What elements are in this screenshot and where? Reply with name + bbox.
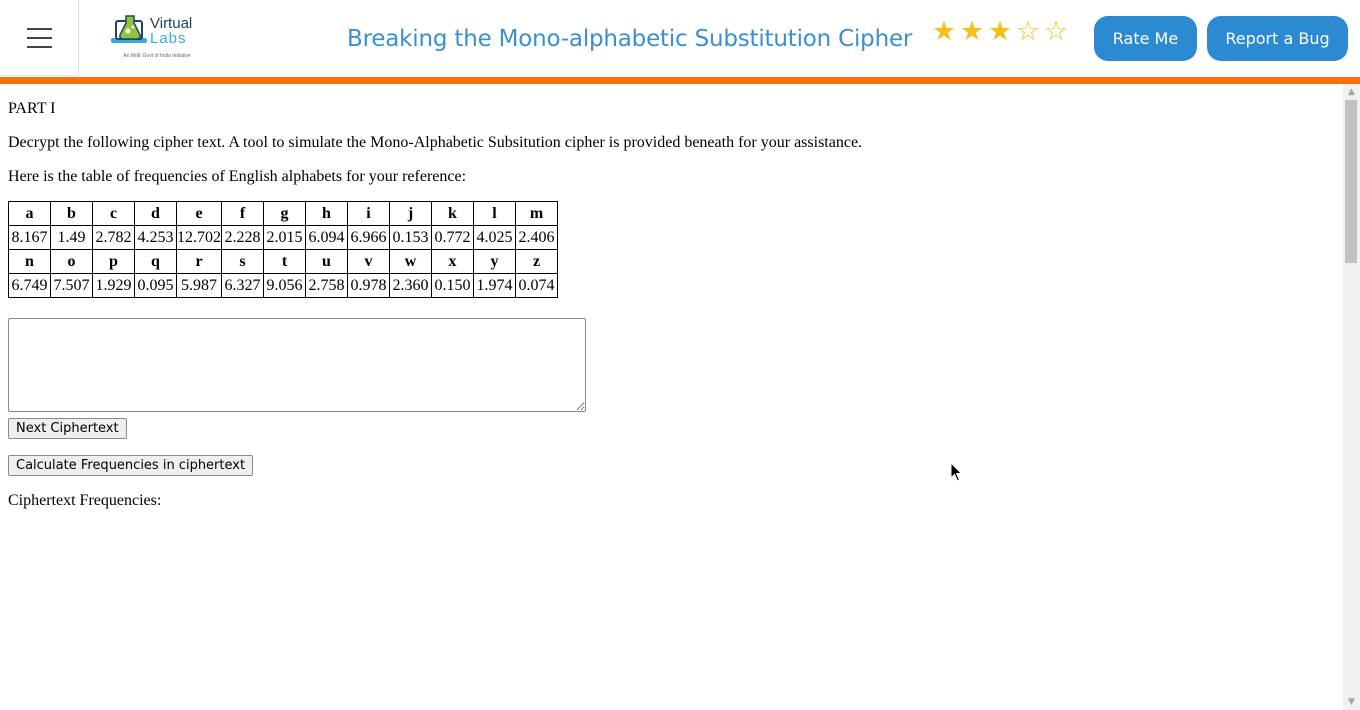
letter-cell: i [347, 201, 390, 226]
logo-word-labs: Labs [150, 30, 187, 47]
rating-stars[interactable]: ★ ★ ★ ☆ ☆ [930, 17, 1070, 47]
frequency-cell: 4.253 [134, 225, 177, 250]
frequency-cell: 5.987 [176, 273, 222, 298]
letter-cell: z [515, 249, 558, 274]
frequency-cell: 2.758 [305, 273, 348, 298]
frequency-cell: 1.49 [50, 225, 93, 250]
reference-note: Here is the table of frequencies of Engl… [8, 168, 467, 185]
letter-cell: e [176, 201, 222, 226]
next-ciphertext-button[interactable]: Next Ciphertext [8, 418, 127, 439]
part-heading: PART I [8, 100, 56, 117]
star-empty-icon[interactable]: ☆ [1014, 17, 1042, 47]
frequency-cell: 7.507 [50, 273, 93, 298]
letter-cell: q [134, 249, 177, 274]
frequency-cell: 0.978 [347, 273, 390, 298]
frequency-cell: 6.749 [8, 273, 51, 298]
frequency-cell: 1.974 [473, 273, 516, 298]
letter-cell: p [92, 249, 135, 274]
logo-tagline: An MoE Govt of India Initiative [123, 53, 191, 59]
scroll-up-arrow-icon[interactable]: ▲ [1343, 84, 1360, 100]
scroll-down-arrow-icon[interactable]: ▼ [1343, 694, 1360, 710]
table-row-letters: abcdefghijklm [8, 201, 558, 226]
letter-cell: b [50, 201, 93, 226]
frequency-cell: 0.153 [389, 225, 432, 250]
frequency-cell: 1.929 [92, 273, 135, 298]
letter-cell: d [134, 201, 177, 226]
frequency-cell: 2.782 [92, 225, 135, 250]
star-filled-icon[interactable]: ★ [986, 17, 1014, 47]
frequency-cell: 2.015 [263, 225, 306, 250]
calculate-frequencies-button[interactable]: Calculate Frequencies in ciphertext [8, 455, 254, 476]
letter-cell: a [8, 201, 51, 226]
hamburger-menu-icon [26, 27, 52, 30]
page-title: Breaking the Mono-alphabetic Substitutio… [347, 26, 913, 52]
star-filled-icon[interactable]: ★ [958, 17, 986, 47]
report-bug-button[interactable]: Report a Bug [1207, 16, 1348, 61]
frequency-cell: 2.228 [221, 225, 264, 250]
letter-cell: x [431, 249, 474, 274]
letter-cell: u [305, 249, 348, 274]
ciphertext-textarea[interactable] [8, 318, 586, 412]
letter-cell: j [389, 201, 432, 226]
letter-cell: t [263, 249, 306, 274]
frequency-cell: 0.095 [134, 273, 177, 298]
flask-logo-icon [111, 15, 147, 43]
frequency-cell: 0.772 [431, 225, 474, 250]
star-empty-icon[interactable]: ☆ [1042, 17, 1070, 47]
header-accent-bar [0, 77, 1360, 84]
star-filled-icon[interactable]: ★ [930, 17, 958, 47]
letter-cell: w [389, 249, 432, 274]
scroll-thumb[interactable] [1345, 100, 1357, 263]
frequency-cell: 0.074 [515, 273, 558, 298]
frequency-cell: 2.406 [515, 225, 558, 250]
letter-cell: h [305, 201, 348, 226]
instructions-text: Decrypt the following cipher text. A too… [8, 134, 863, 151]
english-frequency-table: a b c d e f g h i j k l m 8.167 1.49 2.782 4.253 12.702 2.… [8, 201, 558, 298]
page-scrollbar[interactable]: ▲ ▼ [1343, 84, 1360, 710]
letter-cell: c [92, 201, 135, 226]
frequency-cell: 0.150 [431, 273, 474, 298]
table-row-frequencies: 6.749 7.507 1.929 0.095 5.987 6.327 9.056 2.758… [8, 273, 558, 298]
rate-me-button[interactable]: Rate Me [1094, 16, 1197, 61]
frequency-cell: 8.167 [8, 225, 51, 250]
ciphertext-frequencies-label: Ciphertext Frequencies: [8, 492, 162, 509]
frequency-cell: 9.056 [263, 273, 306, 298]
table-row-letters: nopqrstuvwxyz [8, 249, 558, 274]
letter-cell: m [515, 201, 558, 226]
letter-cell: n [8, 249, 51, 274]
letter-cell: r [176, 249, 222, 274]
letter-cell: y [473, 249, 516, 274]
letter-cell: k [431, 201, 474, 226]
letter-cell: f [221, 201, 264, 226]
table-row-frequencies: 8.167 1.49 2.782 4.253 12.702 2.228 2.015 6.094… [8, 225, 558, 250]
frequency-cell: 12.702 [176, 225, 222, 250]
letter-cell: o [50, 249, 93, 274]
frequency-cell: 6.327 [221, 273, 264, 298]
frequency-cell: 6.094 [305, 225, 348, 250]
header: Virtual Labs An MoE Govt of India Initia… [0, 0, 1360, 77]
mouse-pointer-icon [950, 462, 963, 482]
frequency-cell: 2.360 [389, 273, 432, 298]
hamburger-menu-button[interactable] [0, 0, 79, 76]
letter-cell: s [221, 249, 264, 274]
frequency-cell: 4.025 [473, 225, 516, 250]
virtual-labs-logo[interactable]: Virtual Labs An MoE Govt of India Initia… [109, 12, 201, 62]
letter-cell: v [347, 249, 390, 274]
letter-cell: l [473, 201, 516, 226]
frequency-cell: 6.966 [347, 225, 390, 250]
letter-cell: g [263, 201, 306, 226]
